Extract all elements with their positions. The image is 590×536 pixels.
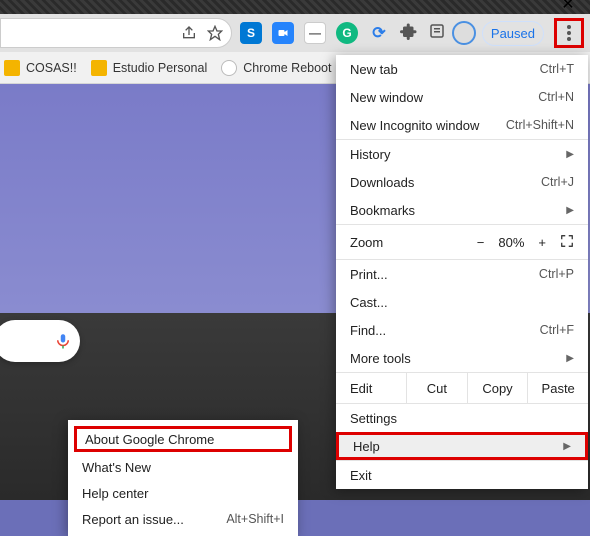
bookmark-star-icon[interactable] (207, 25, 223, 41)
menu-new-incognito[interactable]: New Incognito window Ctrl+Shift+N (336, 111, 588, 139)
menu-edit-label: Edit (336, 373, 406, 403)
menu-label: What's New (82, 460, 151, 475)
menu-help[interactable]: Help ▶ (336, 432, 588, 460)
chevron-right-icon: ▶ (566, 205, 574, 216)
fullscreen-icon[interactable] (560, 234, 574, 251)
extensions-puzzle-icon[interactable] (400, 22, 418, 45)
grammarly-extension-icon[interactable]: G (336, 22, 358, 44)
menu-paste[interactable]: Paste (527, 373, 588, 403)
menu-label: Help center (82, 486, 148, 501)
menu-shortcut: Ctrl+F (540, 323, 574, 337)
bookmark-item[interactable]: Estudio Personal (91, 60, 208, 76)
menu-new-window[interactable]: New window Ctrl+N (336, 83, 588, 111)
window-titlebar: ✕ (0, 0, 590, 14)
menu-downloads[interactable]: Downloads Ctrl+J (336, 168, 588, 196)
folder-icon (91, 60, 107, 76)
menu-label: Downloads (350, 175, 414, 190)
chevron-right-icon: ▶ (563, 441, 571, 452)
menu-edit-row: Edit Cut Copy Paste (336, 373, 588, 403)
sync-paused-chip[interactable]: Paused (482, 21, 544, 46)
help-submenu: About Google Chrome What's New Help cent… (68, 420, 298, 536)
menu-shortcut: Ctrl+Shift+N (506, 118, 574, 132)
bookmark-label: COSAS!! (26, 61, 77, 75)
help-about-chrome[interactable]: About Google Chrome (74, 426, 292, 452)
zoom-in-button[interactable]: + (538, 235, 546, 250)
chevron-right-icon: ▶ (566, 149, 574, 160)
menu-label: Print... (350, 267, 388, 282)
extension-icon-disabled[interactable]: — (304, 22, 326, 44)
menu-history[interactable]: History ▶ (336, 140, 588, 168)
menu-exit[interactable]: Exit (336, 461, 588, 489)
chevron-right-icon: ▶ (566, 353, 574, 364)
zoom-value: 80% (498, 235, 524, 250)
menu-copy[interactable]: Copy (467, 373, 528, 403)
menu-cast[interactable]: Cast... (336, 288, 588, 316)
menu-label: Cast... (350, 295, 388, 310)
menu-label: About Google Chrome (85, 432, 214, 447)
menu-shortcut: Ctrl+P (539, 267, 574, 281)
meet-extension-icon[interactable] (272, 22, 294, 44)
menu-label: New Incognito window (350, 118, 479, 133)
menu-cut[interactable]: Cut (406, 373, 467, 403)
menu-label: More tools (350, 351, 411, 366)
address-bar[interactable] (0, 18, 232, 48)
profile-area: Paused (452, 18, 584, 48)
help-help-center[interactable]: Help center (68, 480, 298, 506)
menu-settings[interactable]: Settings (336, 404, 588, 432)
menu-shortcut: Alt+Shift+I (226, 512, 284, 526)
menu-label: New window (350, 90, 423, 105)
browser-toolbar: S — G ⟳ Paused (0, 14, 590, 52)
share-icon[interactable] (181, 25, 197, 41)
overflow-menu-button[interactable] (554, 18, 584, 48)
reload-extension-icon[interactable]: ⟳ (368, 22, 390, 44)
bookmark-item[interactable]: Chrome Reboot (221, 60, 331, 76)
vertical-dots-icon (567, 25, 571, 41)
menu-more-tools[interactable]: More tools ▶ (336, 344, 588, 372)
menu-label: Report an issue... (82, 512, 184, 527)
menu-shortcut: Ctrl+N (538, 90, 574, 104)
skype-extension-icon[interactable]: S (240, 22, 262, 44)
voice-search-button[interactable] (0, 320, 80, 362)
overflow-menu: New tab Ctrl+T New window Ctrl+N New Inc… (336, 55, 588, 489)
menu-label: Zoom (350, 235, 383, 250)
menu-zoom: Zoom − 80% + (336, 225, 588, 259)
mic-icon (54, 332, 72, 350)
profile-avatar[interactable] (452, 21, 476, 45)
menu-label: Find... (350, 323, 386, 338)
menu-new-tab[interactable]: New tab Ctrl+T (336, 55, 588, 83)
menu-find[interactable]: Find... Ctrl+F (336, 316, 588, 344)
menu-label: History (350, 147, 390, 162)
bookmark-item[interactable]: COSAS!! (4, 60, 77, 76)
window-close-button[interactable]: ✕ (546, 0, 590, 14)
menu-shortcut: Ctrl+J (541, 175, 574, 189)
reading-list-icon[interactable] (428, 22, 446, 45)
bookmark-label: Chrome Reboot (243, 61, 331, 75)
bookmark-label: Estudio Personal (113, 61, 208, 75)
menu-print[interactable]: Print... Ctrl+P (336, 260, 588, 288)
zoom-out-button[interactable]: − (477, 235, 485, 250)
menu-bookmarks[interactable]: Bookmarks ▶ (336, 196, 588, 224)
menu-label: Settings (350, 411, 397, 426)
folder-icon (4, 60, 20, 76)
menu-label: New tab (350, 62, 398, 77)
extension-icons: S — G ⟳ (240, 22, 446, 45)
menu-label: Exit (350, 468, 372, 483)
menu-shortcut: Ctrl+T (540, 62, 574, 76)
menu-label: Help (353, 439, 380, 454)
globe-icon (221, 60, 237, 76)
menu-label: Bookmarks (350, 203, 415, 218)
help-whats-new[interactable]: What's New (68, 454, 298, 480)
help-report-issue[interactable]: Report an issue... Alt+Shift+I (68, 506, 298, 532)
